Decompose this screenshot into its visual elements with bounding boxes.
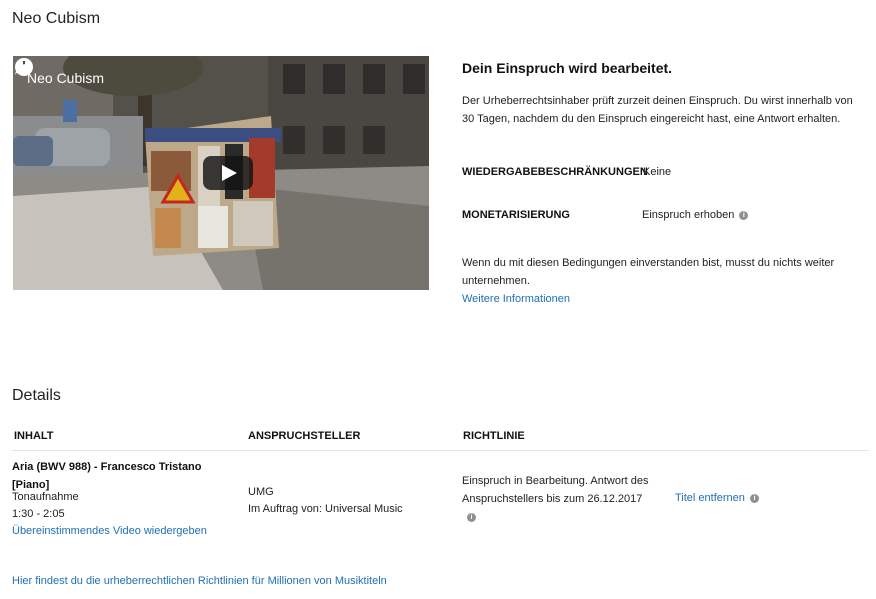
music-policy-link[interactable]: Hier findest du die urheberrechtlichen R… (12, 572, 387, 590)
info-icon[interactable]: i (739, 210, 749, 220)
video-title: Neo Cubism (27, 70, 105, 86)
info-icon[interactable]: i (749, 493, 759, 503)
info-icon[interactable]: i (467, 512, 476, 522)
playback-value: Keine (643, 166, 672, 178)
monetization-value: Einspruch erhoben (642, 209, 735, 221)
column-header-content: INHALT (14, 430, 54, 442)
status-note: Wenn du mit diesen Bedingungen einversta… (462, 257, 835, 287)
play-matching-video-link[interactable]: Übereinstimmendes Video wiedergeben (12, 522, 207, 540)
claimant-on-behalf: Im Auftrag von: Universal Music (248, 503, 403, 515)
table-divider (12, 450, 869, 451)
status-heading: Dein Einspruch wird bearbeitet. (462, 60, 673, 76)
monetization-label: MONETARISIERUNG (462, 209, 570, 221)
content-type: Tonaufnahme (12, 491, 79, 503)
policy-status: Einspruch in Bearbeitung. Antwort des An… (462, 472, 650, 526)
share-icon[interactable] (13, 56, 35, 78)
monetization-status: Einspruch erhoben i (642, 206, 749, 224)
play-button[interactable] (203, 156, 253, 190)
playback-label: WIEDERGABEBESCHRÄNKUNGEN (462, 166, 648, 178)
page-title: Neo Cubism (12, 10, 101, 27)
more-info-link[interactable]: Weitere Informationen (462, 290, 570, 308)
claimant-name: UMG (248, 486, 274, 498)
column-header-policy: RICHTLINIE (463, 430, 525, 442)
policy-text: Einspruch in Bearbeitung. Antwort des An… (462, 475, 649, 505)
column-header-claimant: ANSPRUCHSTELLER (248, 430, 361, 442)
content-time-range: 1:30 - 2:05 (12, 508, 65, 520)
remove-title-link[interactable]: Titel entfernen (675, 492, 745, 504)
remove-title-action: Titel entfernen i (675, 489, 759, 507)
video-player[interactable]: Neo Cubism (13, 56, 429, 290)
status-description: Der Urheberrechtsinhaber prüft zurzeit d… (462, 95, 853, 125)
details-title: Details (12, 387, 61, 404)
